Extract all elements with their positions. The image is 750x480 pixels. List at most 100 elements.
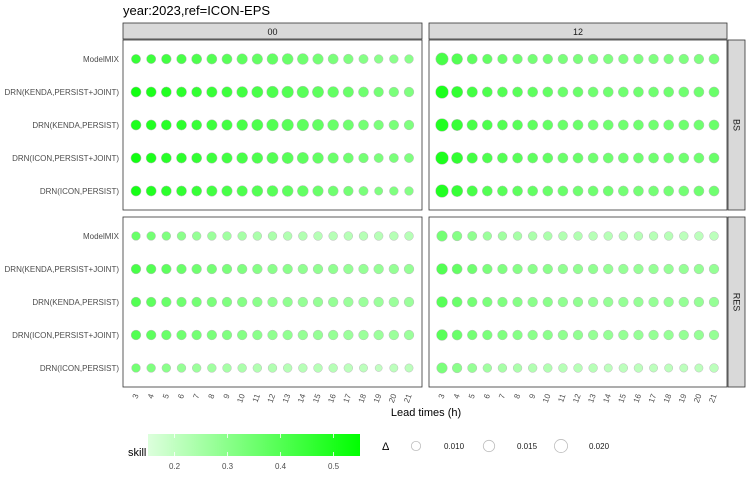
point [588, 363, 598, 373]
point [146, 363, 156, 373]
y-tick-label: DRN(KENDA,PERSIST) [32, 298, 119, 307]
point [160, 185, 172, 197]
point [663, 152, 675, 164]
point [542, 152, 554, 164]
point [373, 153, 384, 163]
point [176, 363, 187, 373]
point [557, 53, 569, 65]
point [694, 363, 704, 373]
point [527, 263, 538, 275]
y-tick-label: DRN(ICON,PERSIST) [40, 364, 119, 373]
point [297, 296, 308, 308]
y-tick-label: DRN(KENDA,PERSIST+JOINT) [5, 265, 120, 274]
point [237, 363, 247, 373]
point [587, 86, 599, 98]
point [543, 363, 553, 373]
point [298, 231, 308, 241]
point [191, 86, 203, 98]
point [572, 119, 584, 131]
point [633, 53, 644, 65]
point [481, 152, 493, 164]
point [221, 53, 233, 65]
point [146, 263, 157, 275]
point [618, 329, 629, 341]
point [266, 53, 279, 65]
point [633, 363, 644, 373]
point [648, 53, 659, 65]
point [497, 363, 508, 373]
panel-RES-12 [428, 216, 728, 388]
point [146, 296, 157, 308]
point [708, 329, 720, 341]
x-tick-label: 13 [586, 392, 598, 404]
x-tick-label: 19 [677, 392, 689, 404]
point [221, 152, 233, 164]
point [281, 118, 294, 132]
point [358, 231, 369, 241]
point [497, 53, 508, 65]
point [343, 263, 354, 275]
point [282, 329, 293, 341]
point [236, 152, 248, 164]
x-tick-label: 18 [662, 392, 674, 404]
y-tick-label: DRN(KENDA,PERSIST+JOINT) [5, 88, 120, 97]
point [388, 86, 399, 98]
point [176, 329, 187, 341]
point [451, 86, 464, 98]
fill-tick-label: 0.4 [275, 462, 287, 471]
point [633, 152, 644, 164]
point [436, 362, 448, 374]
size-legend-title: Δ [382, 441, 390, 453]
x-tick-label: 13 [281, 392, 293, 404]
point [543, 231, 553, 241]
point [267, 296, 278, 308]
point [542, 119, 554, 131]
point [297, 263, 308, 275]
point [663, 53, 674, 65]
point [542, 263, 553, 275]
point [404, 231, 414, 241]
point [587, 263, 599, 275]
point [512, 86, 523, 98]
point [373, 119, 384, 131]
point [603, 53, 614, 65]
point [451, 362, 463, 374]
x-tick-label: 6 [176, 392, 186, 400]
point [678, 86, 690, 98]
point [587, 296, 599, 308]
fill-tick-label: 0.5 [328, 462, 340, 471]
point [206, 86, 218, 98]
point [467, 263, 478, 275]
point [312, 119, 324, 131]
point [678, 152, 690, 164]
point [663, 185, 675, 197]
point [602, 152, 614, 164]
point [297, 53, 309, 65]
point [312, 86, 324, 98]
point [327, 119, 339, 131]
x-tick-label: 16 [632, 392, 644, 404]
point [693, 53, 705, 65]
point [358, 296, 369, 308]
point [130, 296, 142, 308]
point [542, 53, 553, 65]
point [618, 231, 628, 241]
point [482, 329, 493, 341]
point [542, 86, 554, 98]
point [312, 185, 324, 197]
point [663, 119, 675, 131]
point [327, 53, 339, 65]
point [542, 296, 553, 308]
point [404, 153, 414, 163]
point [266, 185, 279, 197]
x-tick-label: 10 [541, 392, 553, 404]
facet-label-row: BS [732, 119, 742, 131]
point [404, 186, 414, 196]
point [678, 119, 690, 131]
point [466, 53, 478, 65]
point [373, 263, 384, 275]
point [678, 53, 689, 65]
point [388, 329, 399, 341]
point [451, 263, 463, 275]
point [328, 329, 339, 341]
